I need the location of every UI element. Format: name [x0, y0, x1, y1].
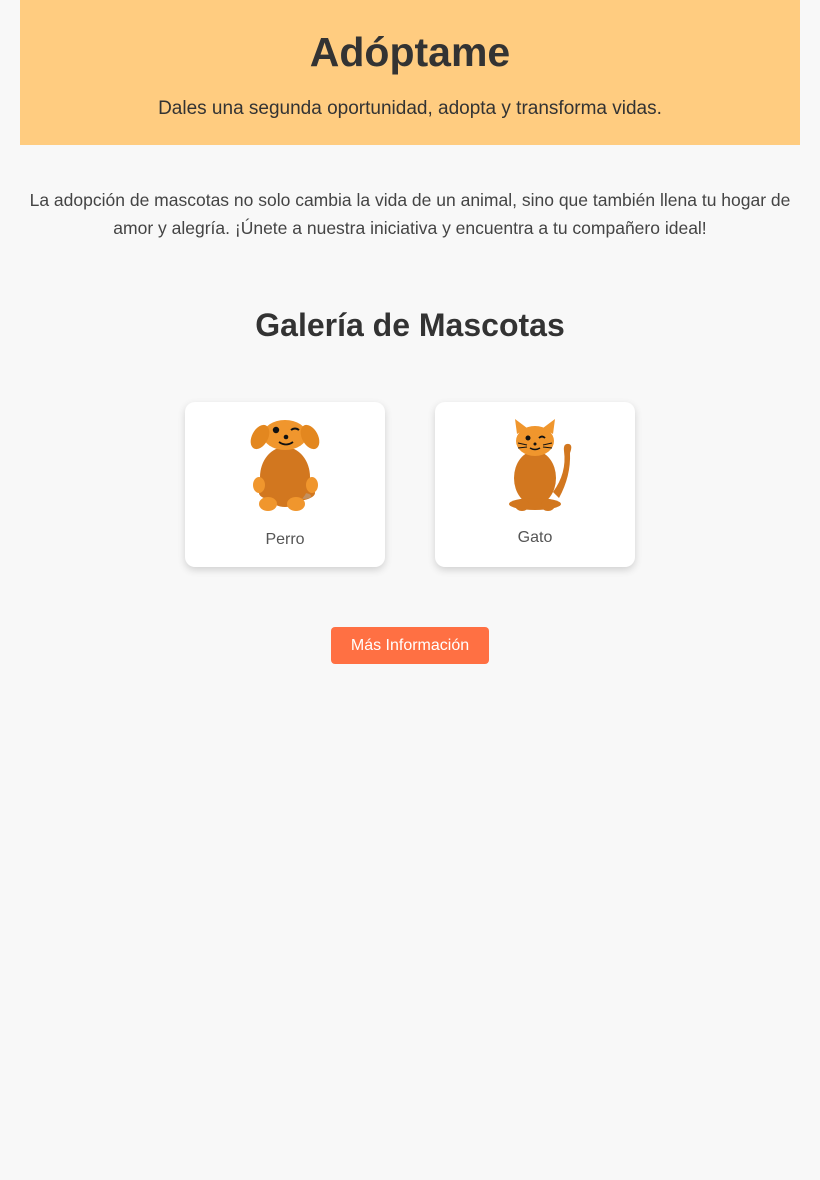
- gallery-title: Galería de Mascotas: [255, 307, 565, 343]
- pet-label-cat: Gato: [517, 529, 553, 546]
- pet-card-dog[interactable]: Perro: [185, 402, 385, 567]
- cat-icon: [509, 419, 572, 511]
- intro-text: La adopción de mascotas no solo cambia l…: [29, 190, 791, 238]
- pet-card-cat[interactable]: Gato: [435, 402, 635, 567]
- more-info-button[interactable]: Más Información: [331, 627, 489, 664]
- page-title: Adóptame: [309, 29, 511, 75]
- pet-label-dog: Perro: [265, 531, 305, 548]
- page-subtitle: Dales una segunda oportunidad, adopta y …: [158, 98, 662, 119]
- header-banner: Adóptame Dales una segunda oportunidad, …: [20, 0, 800, 145]
- dog-icon: [250, 420, 320, 511]
